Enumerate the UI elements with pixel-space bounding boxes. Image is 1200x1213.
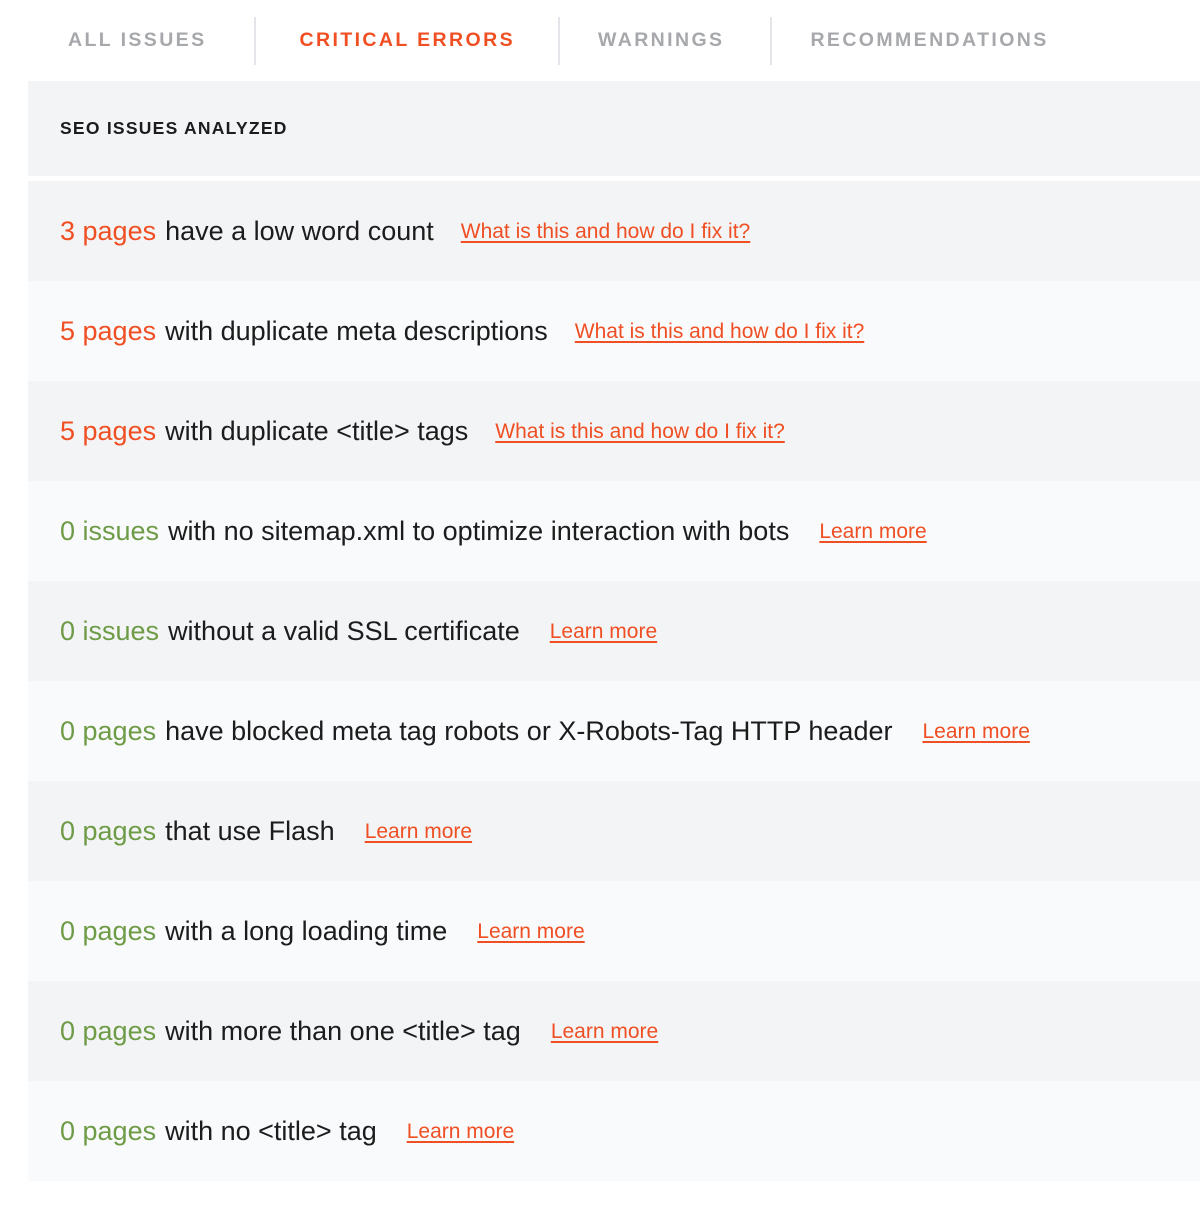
issue-description: with a long loading time xyxy=(165,915,448,946)
issue-count: 0 pages xyxy=(60,915,157,946)
issue-help-link[interactable]: Learn more xyxy=(819,521,926,542)
issue-help-link[interactable]: Learn more xyxy=(477,921,584,942)
issue-count: 0 pages xyxy=(60,1115,157,1146)
issue-help-link[interactable]: What is this and how do I fix it? xyxy=(495,421,784,442)
issue-row[interactable]: 0 issues with no sitemap.xml to optimize… xyxy=(28,481,1200,581)
issue-description: with no <title> tag xyxy=(165,1115,377,1146)
issue-help-link[interactable]: Learn more xyxy=(365,821,472,842)
issue-row[interactable]: 3 pages have a low word count What is th… xyxy=(28,181,1200,281)
tab-critical-errors[interactable]: CRITICAL ERRORS xyxy=(300,30,515,51)
issue-count: 0 issues xyxy=(60,515,160,546)
issue-description: with duplicate meta descriptions xyxy=(165,315,548,346)
issue-row[interactable]: 0 pages with no <title> tag Learn more xyxy=(28,1081,1200,1181)
issue-row[interactable]: 5 pages with duplicate meta descriptions… xyxy=(28,281,1200,381)
issue-description: without a valid SSL certificate xyxy=(168,615,520,646)
issue-description: with duplicate <title> tags xyxy=(165,415,469,446)
issue-help-link[interactable]: What is this and how do I fix it? xyxy=(575,321,864,342)
issue-count: 5 pages xyxy=(60,315,157,346)
issue-row[interactable]: 5 pages with duplicate <title> tags What… xyxy=(28,381,1200,481)
issue-row[interactable]: 0 pages with more than one <title> tag L… xyxy=(28,981,1200,1081)
issue-description: that use Flash xyxy=(165,815,335,846)
issue-count: 3 pages xyxy=(60,215,157,246)
tab-divider-3 xyxy=(770,16,773,65)
tab-all-issues[interactable]: ALL ISSUES xyxy=(68,30,207,51)
tab-divider-1 xyxy=(253,16,256,65)
issue-count: 0 pages xyxy=(60,1015,157,1046)
issue-help-link[interactable]: What is this and how do I fix it? xyxy=(461,221,750,242)
issue-row[interactable]: 0 pages have blocked meta tag robots or … xyxy=(28,681,1200,781)
issue-row[interactable]: 0 pages with a long loading time Learn m… xyxy=(28,881,1200,981)
issue-count: 5 pages xyxy=(60,415,157,446)
issue-row[interactable]: 0 issues without a valid SSL certificate… xyxy=(28,581,1200,681)
issue-help-link[interactable]: Learn more xyxy=(551,1021,658,1042)
issue-category-tabbar: ALL ISSUES CRITICAL ERRORS WARNINGS RECO… xyxy=(0,0,1200,81)
issue-count: 0 issues xyxy=(60,615,160,646)
issue-help-link[interactable]: Learn more xyxy=(922,721,1029,742)
issue-count: 0 pages xyxy=(60,815,157,846)
panel-title: SEO ISSUES ANALYZED xyxy=(60,118,288,138)
tab-warnings[interactable]: WARNINGS xyxy=(598,30,724,51)
issue-help-link[interactable]: Learn more xyxy=(550,621,657,642)
issue-help-link[interactable]: Learn more xyxy=(407,1121,514,1142)
panel-header: SEO ISSUES ANALYZED xyxy=(28,81,1200,176)
issue-count: 0 pages xyxy=(60,715,157,746)
seo-issues-panel: SEO ISSUES ANALYZED 3 pages have a low w… xyxy=(28,81,1200,1181)
tab-recommendations[interactable]: RECOMMENDATIONS xyxy=(810,30,1048,51)
tab-divider-2 xyxy=(557,16,560,65)
issue-row[interactable]: 0 pages that use Flash Learn more xyxy=(28,781,1200,881)
issue-description: have blocked meta tag robots or X-Robots… xyxy=(165,715,893,746)
issue-description: with more than one <title> tag xyxy=(165,1015,521,1046)
issue-description: have a low word count xyxy=(165,215,434,246)
issue-description: with no sitemap.xml to optimize interact… xyxy=(168,515,790,546)
